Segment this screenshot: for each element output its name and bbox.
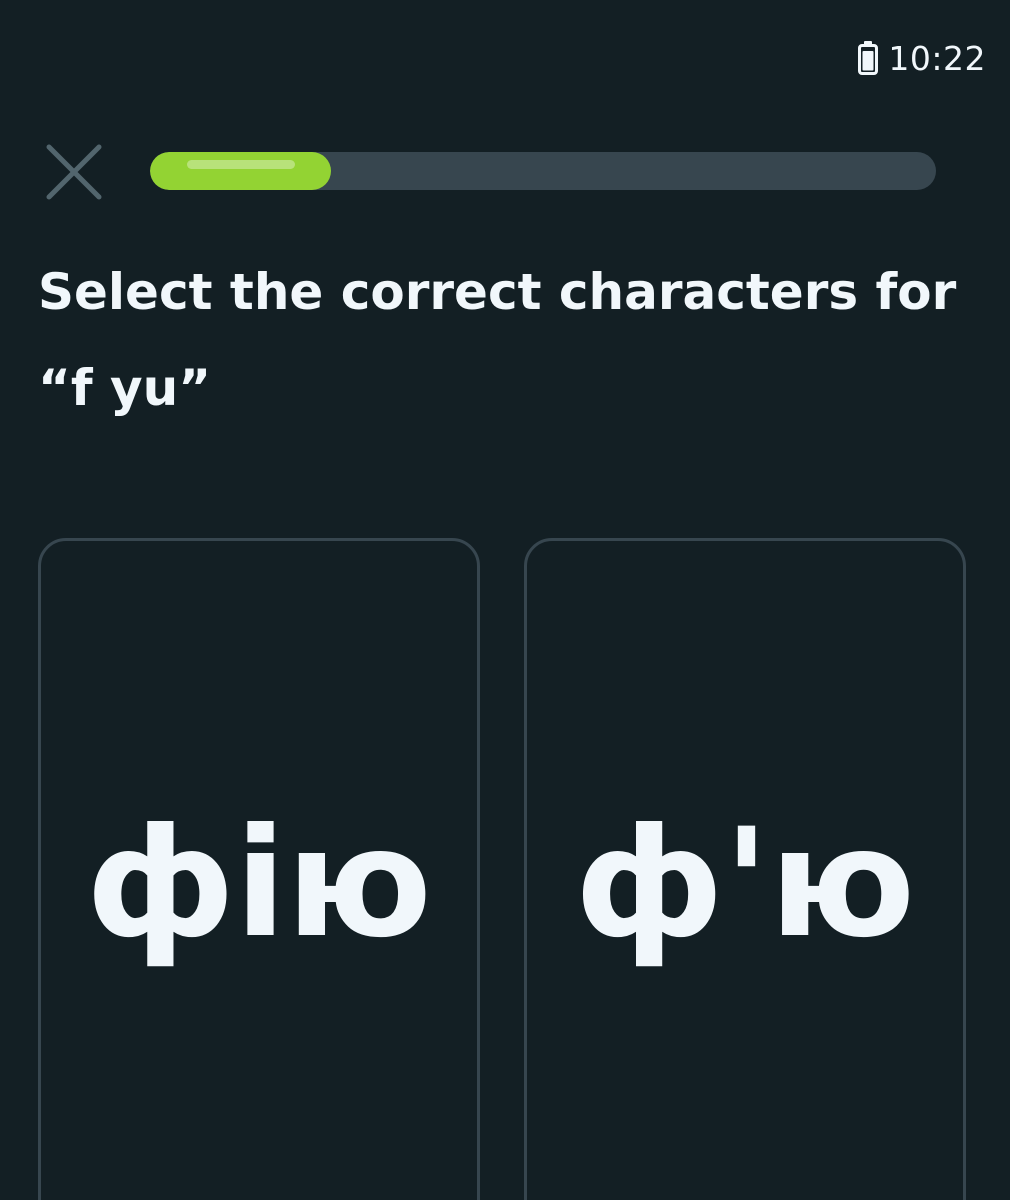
- progress-highlight: [187, 160, 295, 169]
- answer-choice-1-text: фію: [85, 797, 433, 971]
- battery-icon: [858, 41, 879, 75]
- close-button[interactable]: [40, 138, 108, 206]
- status-bar: 10:22: [858, 36, 986, 80]
- answer-choice-1[interactable]: фію: [38, 538, 480, 1200]
- lesson-progress-bar: [150, 152, 936, 190]
- status-time: 10:22: [888, 38, 986, 78]
- answer-choice-2-text: ф'ю: [574, 797, 916, 971]
- progress-fill: [150, 152, 331, 190]
- close-icon: [46, 144, 102, 200]
- answer-choice-2[interactable]: ф'ю: [524, 538, 966, 1200]
- prompt-title: Select the correct characters for “f yu”: [38, 263, 957, 417]
- lesson-screen: 10:22 Select the correct characters for …: [0, 0, 1010, 1200]
